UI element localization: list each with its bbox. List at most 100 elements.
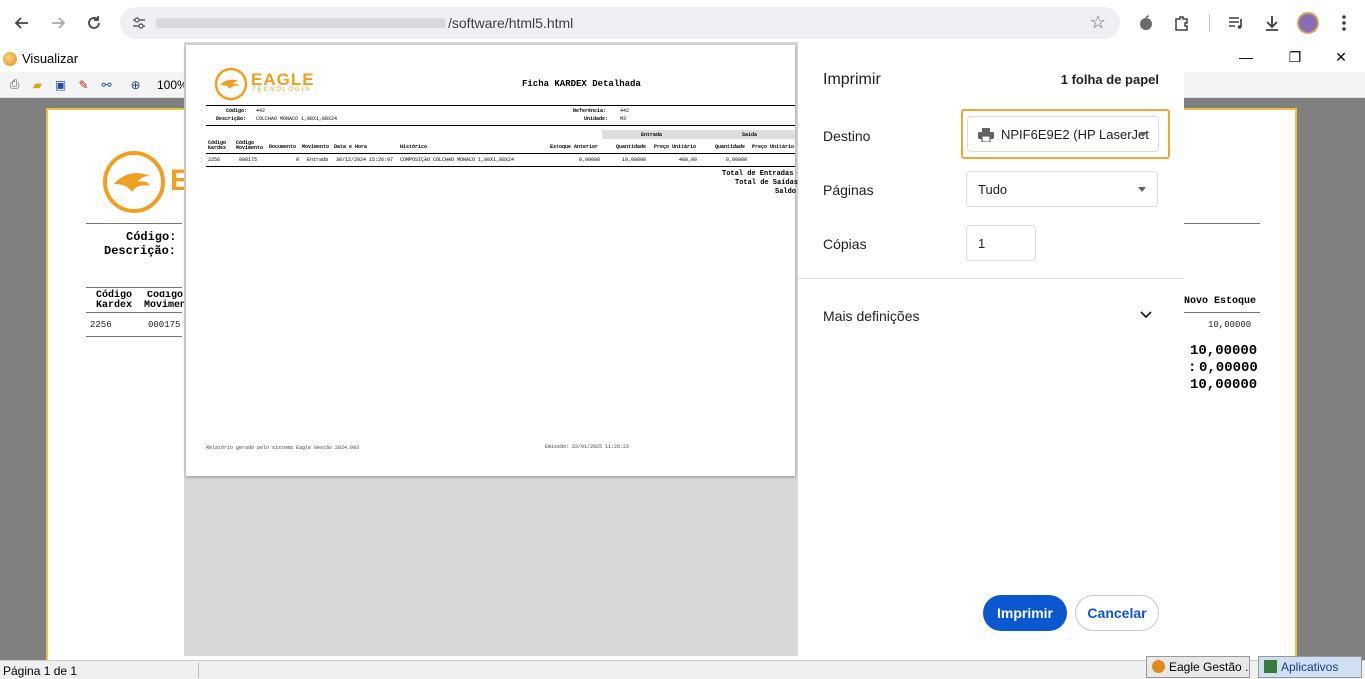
pages-select[interactable]: Tudo <box>966 171 1158 207</box>
preview-group-entrada: Entrada <box>641 132 663 138</box>
preview-sheet: EAGLE TECNOLOGIA Ficha KARDEX Detalhada … <box>186 45 799 476</box>
preview-col-codigo-kardex: Código Kardex <box>208 140 227 151</box>
preview-rule-3 <box>206 153 795 154</box>
preview-total-saidas-label: Total de Saídas <box>735 179 799 187</box>
more-settings-label: Mais definições <box>823 308 920 324</box>
preview-row-codigo-movimento: 000175 <box>239 157 258 163</box>
preview-footer-right: Emissão: 22/01/2025 11:20:22 <box>545 444 630 450</box>
preview-row-saida-quantidade: 0,00000 <box>726 157 748 163</box>
more-settings-toggle[interactable]: Mais definições <box>798 296 1184 334</box>
preview-row-documento: 0 <box>296 157 300 163</box>
print-icon[interactable]: ⎙ <box>6 76 23 93</box>
preview-report-title: Ficha KARDEX Detalhada <box>522 79 641 89</box>
preview-col-documento: Documento <box>269 144 297 150</box>
preview-col-entrada-preco: Preço Unitário <box>654 144 697 150</box>
pdf-export-icon[interactable]: ✎ <box>75 76 92 93</box>
total-saidas-value: 0,00000 <box>1199 360 1258 376</box>
reload-icon <box>88 16 100 29</box>
bookmark-star-icon[interactable]: ☆ <box>1090 12 1106 33</box>
preview-col-estoque-anterior: Estoque Anterior <box>550 144 599 150</box>
table-header-rule-right <box>1182 312 1260 313</box>
taskbar-eagle-gestao[interactable]: Eagle Gestão ... <box>1146 656 1250 678</box>
site-settings-icon[interactable] <box>130 14 148 32</box>
destination-value: NPIF6E9E2 (HP LaserJet <box>1001 127 1149 142</box>
browser-toolbar: /software/html5.html ☆ <box>0 0 1365 46</box>
preview-row-entrada-preco: 480,00 <box>679 157 698 163</box>
page-count: Página 1 de 1 <box>3 664 78 678</box>
preview-row-estoque-anterior: 0,00000 <box>579 157 601 163</box>
taskbar-aplicativos[interactable]: Aplicativos <box>1258 656 1362 678</box>
taskbar-aplicativos-label: Aplicativos <box>1281 660 1339 674</box>
minimize-icon[interactable]: — <box>1236 49 1256 65</box>
restore-icon[interactable]: ❐ <box>1285 49 1305 66</box>
preview-unidade-value: M3 <box>620 116 627 122</box>
print-dialog-title: Imprimir <box>823 71 881 88</box>
cancel-button[interactable]: Cancelar <box>1075 595 1159 631</box>
row-rule <box>86 336 182 337</box>
preview-eagle-logo-icon <box>214 67 248 101</box>
media-control-icon[interactable] <box>1224 11 1248 35</box>
destination-caret-icon <box>1139 132 1147 137</box>
copies-input[interactable]: 1 <box>966 225 1036 261</box>
preview-footer-left: Relatório gerado pelo sistema Eagle Gest… <box>206 445 360 451</box>
preview-group-header-band <box>602 130 795 139</box>
url-path: /software/html5.html <box>448 15 574 31</box>
preview-rule-2 <box>206 125 795 126</box>
preview-codigo-value: 442 <box>256 108 266 114</box>
saldo-value: 10,00000 <box>1190 377 1258 393</box>
preview-group-saida: Saída <box>742 132 758 138</box>
blurred-domain <box>156 18 446 28</box>
row-novo-estoque: 10,00000 <box>1208 320 1252 330</box>
pages-label: Páginas <box>823 182 874 198</box>
row-codigo-kardex: 2256 <box>90 320 112 330</box>
print-settings-panel: Imprimir 1 folha de papel Destino NPIF6E… <box>798 42 1184 656</box>
preview-total-entradas-label: Total de Entradas <box>722 170 794 178</box>
preview-rule-4 <box>206 166 795 167</box>
open-folder-icon[interactable]: ▰ <box>29 76 46 93</box>
preview-col-data-hora: Data e Hora <box>334 144 368 150</box>
copies-value: 1 <box>978 236 986 251</box>
app-window-title: Visualizar <box>22 51 79 66</box>
profile-avatar[interactable] <box>1297 12 1319 34</box>
preview-col-codigo-movimento: Código Movimento <box>236 140 264 151</box>
apps-taskbar-icon <box>1264 660 1277 673</box>
extension-icon[interactable] <box>1134 11 1158 35</box>
preview-referencia-value: 442 <box>620 108 630 114</box>
app-logo-icon <box>3 52 17 66</box>
destination-select[interactable]: NPIF6E9E2 (HP LaserJet <box>967 116 1159 152</box>
downloads-icon[interactable] <box>1260 11 1284 35</box>
save-icon[interactable]: ▣ <box>52 76 69 93</box>
extensions-puzzle-icon[interactable] <box>1170 11 1194 35</box>
codigo-label: Código: <box>126 230 177 244</box>
chevron-down-icon <box>1140 311 1152 319</box>
preview-row-movimento: Entrada <box>307 157 329 163</box>
browser-menu-icon[interactable] <box>1332 11 1356 35</box>
header-rule-right <box>1182 223 1260 224</box>
preview-col-saida-preco: Preço Unitário <box>752 144 795 150</box>
preview-col-saida-quantidade: Quantidade <box>715 144 746 150</box>
preview-rule-1 <box>206 105 795 106</box>
preview-unidade-label: Unidade: <box>584 116 609 122</box>
preview-logo-sub: TECNOLOGIA <box>252 87 312 93</box>
col-codigo-kardex: Código Kardex <box>95 290 132 311</box>
reload-button[interactable] <box>80 9 108 37</box>
destination-label: Destino <box>823 128 871 144</box>
find-binoculars-icon[interactable]: ⚯ <box>98 76 115 93</box>
zoom-icon[interactable]: ⊕ <box>127 76 144 93</box>
printer-icon <box>978 128 994 142</box>
forward-arrow-icon <box>52 17 66 29</box>
eagle-logo-icon <box>103 151 165 213</box>
preview-codigo-label: Código: <box>226 108 248 114</box>
print-button[interactable]: Imprimir <box>983 595 1067 631</box>
address-bar[interactable]: /software/html5.html ☆ <box>120 7 1120 39</box>
status-divider <box>198 663 199 678</box>
table-header-rule <box>86 312 182 313</box>
settings-divider <box>798 278 1184 279</box>
forward-button[interactable] <box>44 9 72 37</box>
preview-col-movimento: Movimento <box>302 144 330 150</box>
taskbar-eagle-label: Eagle Gestão ... <box>1169 660 1250 674</box>
preview-saldo-label: Saldo <box>775 188 797 196</box>
close-icon[interactable]: ✕ <box>1331 49 1351 66</box>
preview-col-entrada-quantidade: Quantidade <box>616 144 647 150</box>
back-button[interactable] <box>8 9 36 37</box>
